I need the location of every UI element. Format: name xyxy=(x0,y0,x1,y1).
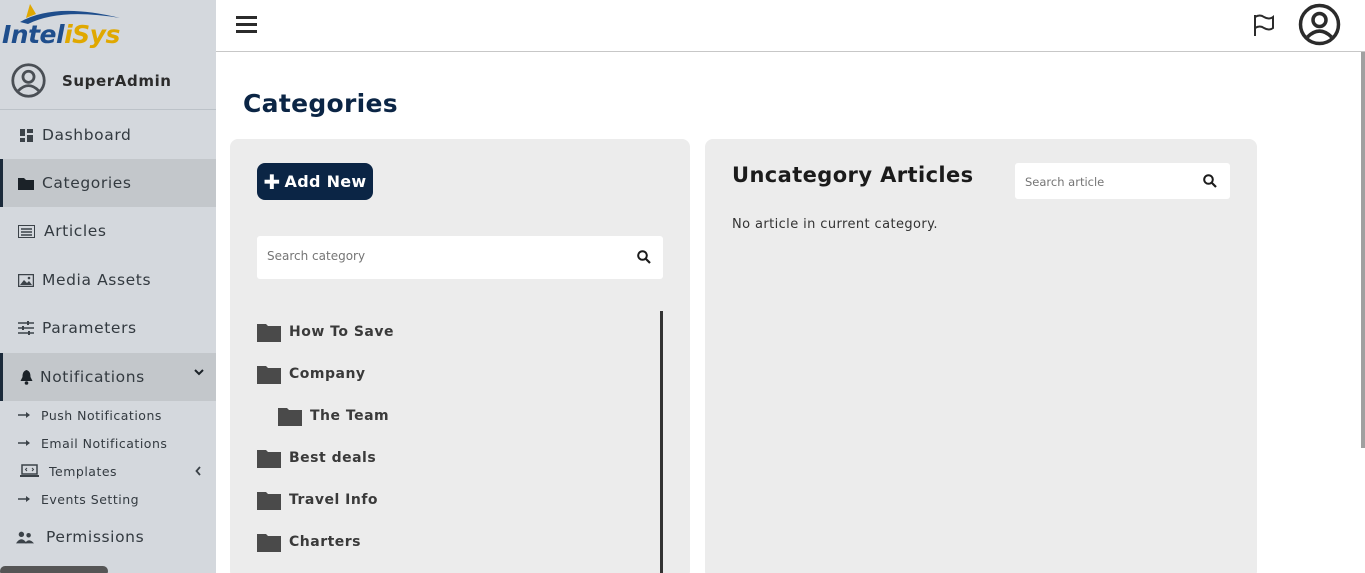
flag-icon[interactable] xyxy=(1252,13,1276,37)
image-icon xyxy=(17,271,35,289)
sidebar-subitem-templates[interactable]: Templates xyxy=(0,457,216,485)
sliders-icon xyxy=(17,319,35,337)
category-item[interactable]: Travel Info xyxy=(257,485,378,515)
search-article-input[interactable] xyxy=(1025,175,1190,189)
empty-state-message: No article in current category. xyxy=(732,217,938,232)
sidebar: InteliSys SuperAdmin Dashboard Categorie… xyxy=(0,0,216,573)
user-profile[interactable]: SuperAdmin xyxy=(0,52,216,110)
sidebar-item-articles[interactable]: Articles xyxy=(0,207,216,255)
sidebar-item-parameters[interactable]: Parameters xyxy=(0,304,216,352)
laptop-code-icon xyxy=(20,464,39,477)
sidebar-item-categories[interactable]: Categories xyxy=(0,159,216,207)
bell-icon xyxy=(17,368,35,386)
articles-panel: Uncategory Articles No article in curren… xyxy=(705,139,1257,573)
sidebar-item-dashboard[interactable]: Dashboard xyxy=(0,111,216,159)
page-title: Categories xyxy=(243,89,398,118)
search-category-box xyxy=(257,236,663,279)
user-circle-icon[interactable] xyxy=(1298,3,1341,46)
topbar xyxy=(216,0,1365,52)
sidebar-scrollbar[interactable] xyxy=(0,566,108,573)
articles-panel-title: Uncategory Articles xyxy=(732,163,974,187)
folder-icon xyxy=(257,492,281,510)
sidebar-subitem-email-notifications[interactable]: Email Notifications xyxy=(0,429,216,457)
folder-icon xyxy=(278,408,302,426)
plus-icon: ✚ xyxy=(263,169,281,194)
page-scrollbar[interactable] xyxy=(1361,52,1365,448)
search-icon[interactable] xyxy=(637,250,651,264)
sidebar-item-permissions[interactable]: Permissions xyxy=(0,513,216,561)
arrow-right-icon xyxy=(18,440,30,446)
category-item[interactable]: How To Save xyxy=(257,317,394,347)
arrow-right-icon xyxy=(18,412,30,418)
folder-icon xyxy=(17,174,35,192)
sidebar-subitem-events-setting[interactable]: Events Setting xyxy=(0,485,216,513)
hamburger-icon[interactable] xyxy=(236,15,257,33)
category-item[interactable]: Company xyxy=(257,359,366,389)
list-icon xyxy=(17,222,35,240)
category-item[interactable]: Best deals xyxy=(257,443,376,473)
user-circle-icon xyxy=(11,63,46,98)
folder-icon xyxy=(257,450,281,468)
chevron-down-icon xyxy=(194,369,204,376)
arrow-right-icon xyxy=(18,496,30,502)
sidebar-item-notifications[interactable]: Notifications xyxy=(0,353,216,401)
dashboard-icon xyxy=(17,126,35,144)
search-icon[interactable] xyxy=(1203,174,1217,188)
username: SuperAdmin xyxy=(62,71,172,90)
sidebar-subitem-push-notifications[interactable]: Push Notifications xyxy=(0,401,216,429)
search-category-input[interactable] xyxy=(267,249,617,263)
chevron-left-icon xyxy=(195,466,201,476)
search-article-box xyxy=(1015,163,1230,199)
category-item[interactable]: Charters xyxy=(257,527,361,557)
categories-panel: ✚ Add New How To Save Company The Team B… xyxy=(230,139,690,573)
category-tree-scrollbar[interactable] xyxy=(660,311,663,573)
brand-name: InteliSys xyxy=(2,20,120,49)
add-new-button[interactable]: ✚ Add New xyxy=(257,163,373,200)
sidebar-item-media-assets[interactable]: Media Assets xyxy=(0,256,216,304)
category-item[interactable]: The Team xyxy=(278,401,389,431)
brand-logo[interactable]: InteliSys xyxy=(0,0,216,52)
folder-icon xyxy=(257,366,281,384)
folder-icon xyxy=(257,534,281,552)
users-icon xyxy=(16,528,34,546)
folder-icon xyxy=(257,324,281,342)
